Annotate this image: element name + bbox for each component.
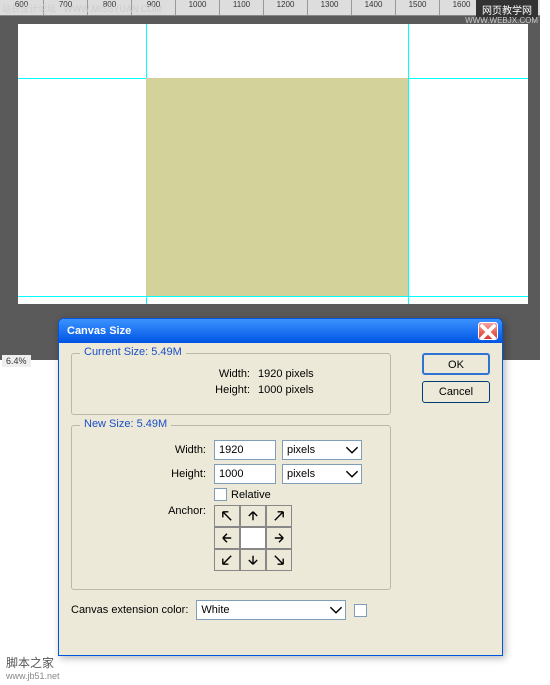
current-width-label: Width: <box>138 368 258 380</box>
arrow-s-icon <box>246 553 260 567</box>
new-height-input[interactable] <box>214 464 276 484</box>
editor-window: 6007008009001000110012001300140015001600… <box>0 0 540 360</box>
anchor-s[interactable] <box>240 549 266 571</box>
canvas-size-dialog: Canvas Size OK Cancel Current Size: 5.49… <box>58 318 503 656</box>
relative-checkbox[interactable] <box>214 488 227 501</box>
new-width-label: Width: <box>144 444 214 456</box>
watermark-left: 站长设计论坛 · WWW.MISSYUAN.COM <box>2 2 162 15</box>
zoom-level[interactable]: 6.4% <box>2 355 31 367</box>
dialog-titlebar[interactable]: Canvas Size <box>59 319 502 343</box>
current-height-label: Height: <box>138 384 258 396</box>
height-unit-select[interactable]: pixels <box>282 464 362 484</box>
canvas-shape <box>146 78 408 296</box>
anchor-ne[interactable] <box>266 505 292 527</box>
new-size-group: New Size: 5.49M Width: pixels Height: <box>71 425 391 590</box>
anchor-n[interactable] <box>240 505 266 527</box>
anchor-center[interactable] <box>240 527 266 549</box>
dialog-title: Canvas Size <box>67 325 478 337</box>
current-height-value: 1000 pixels <box>258 384 378 396</box>
arrow-n-icon <box>246 509 260 523</box>
anchor-e[interactable] <box>266 527 292 549</box>
current-width-value: 1920 pixels <box>258 368 378 380</box>
extension-color-swatch[interactable] <box>354 604 367 617</box>
extension-color-label: Canvas extension color: <box>71 604 188 616</box>
arrow-ne-icon <box>272 509 286 523</box>
anchor-label: Anchor: <box>144 505 214 517</box>
current-size-legend: Current Size: 5.49M <box>80 346 186 358</box>
new-width-input[interactable] <box>214 440 276 460</box>
page-footer: 脚本之家 www.jb51.net <box>6 654 60 681</box>
new-size-legend: New Size: 5.49M <box>80 418 171 430</box>
anchor-grid <box>214 505 292 571</box>
anchor-sw[interactable] <box>214 549 240 571</box>
guide-vertical[interactable] <box>408 24 409 304</box>
arrow-nw-icon <box>220 509 234 523</box>
width-unit-select[interactable]: pixels <box>282 440 362 460</box>
close-icon <box>479 323 497 341</box>
chevron-down-icon <box>345 443 359 457</box>
anchor-nw[interactable] <box>214 505 240 527</box>
arrow-sw-icon <box>220 553 234 567</box>
canvas-area[interactable] <box>18 24 528 304</box>
guide-horizontal[interactable] <box>18 296 528 297</box>
new-height-label: Height: <box>144 468 214 480</box>
arrow-se-icon <box>272 553 286 567</box>
anchor-se[interactable] <box>266 549 292 571</box>
chevron-down-icon <box>345 467 359 481</box>
arrow-w-icon <box>220 531 234 545</box>
anchor-w[interactable] <box>214 527 240 549</box>
extension-color-select[interactable]: White <box>196 600 346 620</box>
close-button[interactable] <box>478 322 498 340</box>
chevron-down-icon <box>329 603 343 617</box>
cancel-button[interactable]: Cancel <box>422 381 490 403</box>
ok-button[interactable]: OK <box>422 353 490 375</box>
current-size-group: Current Size: 5.49M Width: 1920 pixels H… <box>71 353 391 415</box>
arrow-e-icon <box>272 531 286 545</box>
relative-label: Relative <box>231 489 271 501</box>
